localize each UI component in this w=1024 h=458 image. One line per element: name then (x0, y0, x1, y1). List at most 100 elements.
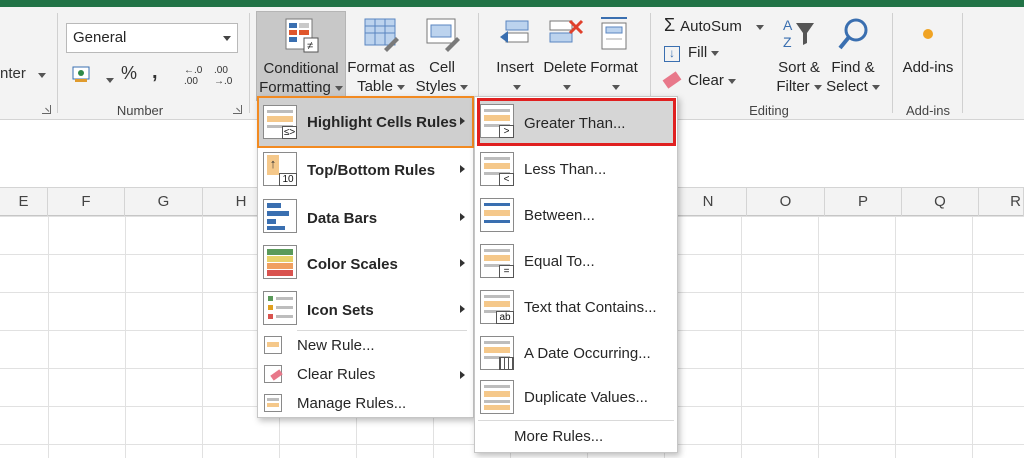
clear-button[interactable]: Clear (662, 71, 736, 89)
chevron-down-icon (334, 85, 343, 91)
insert-label: Insert (496, 59, 534, 76)
number-group-label: Number (116, 103, 164, 118)
chevron-right-icon (460, 213, 465, 221)
fill-label: Fill (688, 44, 708, 61)
clear-label: Clear (688, 72, 724, 89)
submenu-item-between[interactable]: Between... (474, 194, 678, 238)
menu-label: Equal To... (524, 253, 595, 270)
submenu-item-date-occurring[interactable]: A Date Occurring... (474, 332, 678, 376)
svg-text:≠: ≠ (307, 40, 313, 52)
sort-filter-label: Sort & (778, 59, 820, 76)
submenu-item-greater-than[interactable]: > Greater Than... (474, 100, 678, 144)
decrease-decimal-button[interactable]: .00 →.0 (214, 65, 236, 87)
date-occurring-icon (480, 336, 514, 370)
cell-styles-icon (423, 15, 461, 55)
duplicate-values-icon (480, 380, 514, 414)
submenu-item-duplicate-values[interactable]: Duplicate Values... (474, 378, 678, 418)
chevron-right-icon (460, 165, 465, 173)
submenu-item-text-contains[interactable]: ab Text that Contains... (474, 286, 678, 330)
chevron-right-icon (460, 371, 465, 379)
menu-item-new-rule[interactable]: New Rule... (257, 334, 474, 358)
comma-style-button[interactable]: , (152, 61, 158, 84)
column-header-o[interactable]: O (747, 188, 825, 216)
menu-label: Greater Than... (524, 115, 626, 132)
svg-text:Z: Z (783, 34, 792, 50)
greater-than-icon: > (480, 104, 514, 138)
increase-decimal-button[interactable]: ←.0 .00 (184, 65, 206, 87)
group-separator (57, 13, 58, 113)
accounting-format-button[interactable] (72, 65, 115, 90)
cell-styles-label-2: Styles (415, 78, 457, 95)
menu-label: More Rules... (514, 428, 604, 445)
new-rule-icon (264, 336, 282, 354)
delete-label: Delete (543, 59, 587, 76)
menu-label: Highlight Cells Rules (307, 114, 458, 131)
menu-label: Less Than... (524, 161, 607, 178)
column-header-p[interactable]: P (825, 188, 902, 216)
format-cells-icon (595, 15, 633, 55)
editing-group-label: Editing (749, 103, 789, 118)
column-header-g[interactable]: G (125, 188, 203, 216)
menu-label: Color Scales (307, 256, 398, 273)
menu-item-color-scales[interactable]: Color Scales (257, 242, 474, 284)
menu-label: A Date Occurring... (524, 345, 651, 362)
menu-item-highlight-cells-rules[interactable]: ≤> Highlight Cells Rules (257, 96, 474, 148)
autosum-label: AutoSum (680, 18, 742, 35)
chevron-down-icon (612, 84, 620, 90)
format-as-table-label-2: Table (357, 78, 393, 95)
format-button[interactable]: Format (589, 11, 639, 101)
menu-item-clear-rules[interactable]: Clear Rules (257, 363, 474, 387)
chevron-down-icon (755, 24, 764, 30)
svg-text:A: A (783, 17, 793, 33)
submenu-item-equal-to[interactable]: = Equal To... (474, 240, 678, 284)
menu-item-manage-rules[interactable]: Manage Rules... (257, 392, 474, 416)
conditional-formatting-button[interactable]: ≠ Conditional Formatting (256, 11, 346, 101)
submenu-item-less-than[interactable]: < Less Than... (474, 148, 678, 192)
alignment-group-partial-label[interactable]: nter (0, 65, 26, 82)
menu-divider (297, 330, 467, 331)
add-ins-button[interactable]: Add-ins (896, 11, 960, 101)
group-separator (962, 13, 963, 113)
column-header-r[interactable]: R (979, 188, 1024, 216)
insert-cells-icon (496, 15, 534, 55)
column-header-f[interactable]: F (48, 188, 125, 216)
insert-button[interactable]: Insert (489, 11, 541, 101)
delete-button[interactable]: Delete (541, 11, 589, 101)
percent-style-button[interactable]: % (121, 63, 137, 84)
menu-item-top-bottom-rules[interactable]: ↑ 10 Top/Bottom Rules (257, 150, 474, 190)
submenu-item-more-rules[interactable]: More Rules... (474, 424, 678, 450)
format-as-table-button[interactable]: Format as Table (347, 11, 415, 101)
find-select-button[interactable]: Find & Select (824, 11, 882, 101)
cell-styles-button[interactable]: Cell Styles (414, 11, 470, 101)
menu-item-icon-sets[interactable]: Icon Sets (257, 288, 474, 330)
sigma-icon: Σ (664, 15, 676, 35)
sort-filter-button[interactable]: A Z Sort & Filter (774, 11, 824, 101)
column-header-q[interactable]: Q (902, 188, 979, 216)
magnifier-icon (834, 15, 872, 55)
number-dialog-launcher-icon[interactable] (233, 105, 242, 114)
find-select-label-2: Select (826, 78, 868, 95)
chevron-down-icon[interactable] (38, 73, 46, 78)
number-format-dropdown[interactable]: General (66, 23, 238, 53)
fill-button[interactable]: ↓ Fill (664, 44, 720, 62)
alignment-dialog-launcher-icon[interactable] (42, 105, 51, 114)
less-than-icon: < (480, 152, 514, 186)
manage-rules-icon (264, 394, 282, 412)
currency-icon (72, 66, 90, 82)
chevron-down-icon (513, 84, 521, 90)
delete-cells-icon (546, 15, 584, 55)
format-label: Format (590, 59, 638, 76)
menu-label: Icon Sets (307, 302, 374, 319)
data-bars-icon (263, 199, 297, 233)
fill-down-icon: ↓ (664, 46, 680, 62)
autosum-button[interactable]: Σ AutoSum (664, 15, 764, 36)
add-ins-icon (909, 15, 947, 55)
format-as-table-icon (362, 15, 400, 55)
menu-label: Top/Bottom Rules (307, 162, 436, 179)
chevron-down-icon (727, 78, 736, 84)
column-header-e[interactable]: E (0, 188, 48, 216)
color-scales-icon (263, 245, 297, 279)
column-header-n[interactable]: N (670, 188, 747, 216)
menu-item-data-bars[interactable]: Data Bars (257, 196, 474, 238)
cell-styles-label: Cell (429, 59, 455, 76)
